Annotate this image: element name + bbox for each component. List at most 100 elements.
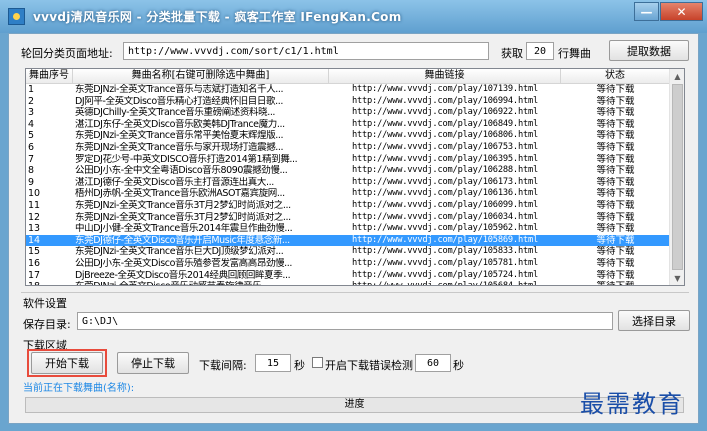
row-index: 14 bbox=[28, 234, 41, 246]
row-song-name: 湛江DJ德仔-全英文Disco音乐主打音源连出真大... bbox=[75, 176, 274, 188]
row-index: 16 bbox=[28, 257, 41, 269]
table-row[interactable]: 2 DJ阿平-全英文Disco音乐精心打造经典怀旧目日歌... http://www… bbox=[26, 96, 670, 108]
vertical-scrollbar[interactable]: ▲ ▼ bbox=[669, 69, 684, 285]
scroll-down-icon[interactable]: ▼ bbox=[670, 271, 684, 285]
song-list-table[interactable]: 舞曲序号 舞曲名称[右键可删除选中舞曲] 舞曲链接 状态 1 东莞DJNzi-全英… bbox=[25, 68, 685, 286]
row-index: 18 bbox=[26, 281, 73, 285]
row-song-name: 东莞DJNzi-全英文Trance音乐巨大DJ顶级梦幻派对... bbox=[75, 246, 284, 258]
row-link: http://www.vvvdj.com/play/105781.html bbox=[351, 257, 539, 268]
title-bar[interactable]: vvvdj清风音乐网 - 分类批量下载 - 疯客工作室 IFengKan.Com… bbox=[0, 0, 707, 33]
url-input[interactable]: http://www.vvvdj.com/sort/c1/1.html bbox=[123, 42, 489, 60]
error-check-checkbox[interactable] bbox=[312, 357, 323, 368]
error-check-input[interactable]: 60 bbox=[415, 354, 451, 372]
fetch-count-input[interactable]: 20 bbox=[526, 42, 554, 60]
row-link: http://www.vvvdj.com/play/106753.html bbox=[351, 141, 539, 152]
row-status: 等待下载 bbox=[596, 118, 635, 130]
window-title: vvvdj清风音乐网 - 分类批量下载 - 疯客工作室 IFengKan.Com bbox=[33, 10, 402, 24]
divider bbox=[21, 292, 689, 293]
row-index: 11 bbox=[28, 199, 41, 211]
row-link: http://www.vvvdj.com/play/106288.html bbox=[351, 165, 539, 176]
row-song-name: 梧州DJ赤帆-全英文Trance音乐欧洲ASOT嘉宾旋网... bbox=[75, 188, 285, 200]
row-song-name: DJ阿平-全英文Disco音乐精心打造经典怀旧目日歌... bbox=[75, 95, 283, 107]
choose-directory-button[interactable]: 选择目录 bbox=[618, 310, 690, 331]
app-logo-icon bbox=[8, 8, 25, 25]
table-row[interactable]: 16 公田DJ小东-全英文Disco音乐殖参菅发富高高昂劲慢... http://w… bbox=[26, 258, 670, 270]
row-status: 等待下载 bbox=[596, 234, 635, 246]
row-song-name: 东莞DJNzi-全英文Trance音乐与志斌打造知名千人... bbox=[75, 84, 284, 95]
row-song-name: 英德DJChilly-全英文Trance音乐重磅阐述资料晓... bbox=[75, 107, 276, 119]
save-dir-input[interactable]: G:\DJ\ bbox=[77, 312, 613, 330]
table-row[interactable]: 12 东莞DJNzi-全英文Trance音乐3T月2梦幻时尚派对之... http:… bbox=[26, 212, 670, 224]
row-link: http://www.vvvdj.com/play/106034.html bbox=[351, 211, 539, 222]
table-row[interactable]: 9 湛江DJ德仔-全英文Disco音乐主打音源连出真大... http://www.… bbox=[26, 177, 670, 189]
interval-unit-label: 秒 bbox=[294, 359, 305, 372]
table-row[interactable]: 10 梧州DJ赤帆-全英文Trance音乐欧洲ASOT嘉宾旋网... http://… bbox=[26, 188, 670, 200]
fetch-unit-label: 行舞曲 bbox=[558, 47, 591, 60]
row-status: 等待下载 bbox=[596, 257, 635, 269]
row-status: 等待下载 bbox=[596, 188, 635, 200]
scroll-up-icon[interactable]: ▲ bbox=[670, 69, 684, 83]
row-status: 等待下载 bbox=[596, 130, 635, 142]
table-row[interactable]: 13 中山DJ小健-全英文Trance音乐2014年震旦作曲劲慢... http:/… bbox=[26, 223, 670, 235]
row-index: 2 bbox=[28, 95, 35, 107]
row-song-name: 东莞DJNzi-全英文Disco音乐动感节奏旋律音乐... bbox=[73, 281, 329, 285]
table-row[interactable]: 4 湛江DJ东仔-全英文Disco音乐欧美韩DJTrance魔力... http:/… bbox=[26, 119, 670, 131]
row-index: 3 bbox=[28, 107, 35, 119]
stop-download-button[interactable]: 停止下载 bbox=[117, 352, 189, 374]
column-header-name[interactable]: 舞曲名称[右键可删除选中舞曲] bbox=[73, 69, 329, 84]
current-download-status: 当前正在下载舞曲(名称): bbox=[23, 383, 135, 394]
fetch-label: 获取 bbox=[501, 47, 523, 60]
row-song-name: 湛江DJ东仔-全英文Disco音乐欧美韩DJTrance魔力... bbox=[75, 118, 285, 130]
row-link: http://www.vvvdj.com/play/105833.html bbox=[351, 246, 539, 257]
row-link: http://www.vvvdj.com/play/106806.html bbox=[351, 130, 539, 141]
row-status: 等待下载 bbox=[596, 141, 635, 153]
table-row[interactable]: 5 东莞DJNzi-全英文Trance音乐常平美怡夏末辉煌版... http://w… bbox=[26, 130, 670, 142]
table-row[interactable]: 1 东莞DJNzi-全英文Trance音乐与志斌打造知名千人... http://w… bbox=[26, 84, 670, 96]
row-link: http://www.vvvdj.com/play/106849.html bbox=[351, 118, 539, 129]
row-index: 17 bbox=[28, 269, 41, 281]
row-status: 等待下载 bbox=[596, 223, 635, 235]
url-label: 轮回分类页面地址: bbox=[21, 47, 113, 60]
interval-label: 下载间隔: bbox=[199, 359, 247, 372]
row-index: 7 bbox=[28, 153, 35, 165]
row-link: http://www.vvvdj.com/play/105684.html bbox=[329, 281, 561, 285]
minimize-button[interactable]: — bbox=[634, 2, 659, 21]
row-link: http://www.vvvdj.com/play/105724.html bbox=[351, 269, 539, 280]
table-row[interactable]: 8 公田DJ小东-全中文全粤语Disco音乐8090震撼劲慢... http://w… bbox=[26, 165, 670, 177]
row-song-name: 公田DJ小东-全中文全粤语Disco音乐8090震撼劲慢... bbox=[75, 165, 288, 177]
progress-label: 进度 bbox=[344, 399, 365, 410]
row-index: 6 bbox=[28, 141, 35, 153]
table-row[interactable]: 11 东莞DJNzi-全英文Trance音乐3T月2梦幻时尚派对之... http:… bbox=[26, 200, 670, 212]
app-window: vvvdj清风音乐网 - 分类批量下载 - 疯客工作室 IFengKan.Com… bbox=[0, 0, 707, 431]
column-header-link[interactable]: 舞曲链接 bbox=[329, 69, 561, 84]
row-song-name: 东莞DJNzi-全英文Trance音乐3T月2梦幻时尚派对之... bbox=[75, 211, 291, 223]
row-link: http://www.vvvdj.com/play/106099.html bbox=[351, 199, 539, 210]
extract-data-button[interactable]: 提取数据 bbox=[609, 40, 689, 61]
interval-input[interactable]: 15 bbox=[255, 354, 291, 372]
row-index: 5 bbox=[28, 130, 35, 142]
row-index: 9 bbox=[28, 176, 35, 188]
row-index: 13 bbox=[28, 223, 41, 235]
table-row[interactable]: 3 英德DJChilly-全英文Trance音乐重磅阐述资料晓... http://… bbox=[26, 107, 670, 119]
close-button[interactable]: ✕ bbox=[660, 2, 703, 21]
row-link: http://www.vvvdj.com/play/105962.html bbox=[351, 223, 539, 234]
column-header-status[interactable]: 状态 bbox=[561, 69, 670, 84]
row-song-name: DjBreeze-全英文Disco音乐2014经典回顾回眸夏季... bbox=[75, 269, 291, 281]
table-row[interactable]: 14 东莞DJ德仔-全英文Disco音乐开启Music年度悬念新... http:/… bbox=[26, 234, 670, 247]
row-index: 15 bbox=[28, 246, 41, 258]
save-dir-label: 保存目录: bbox=[23, 318, 71, 331]
table-row[interactable]: 6 东莞DJNzi-全英文Trance音乐与家开现场打造震撼... http://w… bbox=[26, 142, 670, 154]
scroll-thumb[interactable] bbox=[672, 84, 683, 270]
column-header-index[interactable]: 舞曲序号 bbox=[26, 69, 73, 84]
row-song-name: 中山DJ小健-全英文Trance音乐2014年震旦作曲劲慢... bbox=[75, 223, 293, 235]
table-body: 1 东莞DJNzi-全英文Trance音乐与志斌打造知名千人... http://w… bbox=[26, 84, 670, 285]
row-status: 等待下载 bbox=[596, 84, 635, 95]
table-row[interactable]: 15 东莞DJNzi-全英文Trance音乐巨大DJ顶级梦幻派对... http:/… bbox=[26, 246, 670, 258]
table-row[interactable]: 7 罗定DJ花少号-中英文DISCO音乐打造2014第1精到舞... http://… bbox=[26, 154, 670, 166]
row-status: 等待下载 bbox=[596, 199, 635, 211]
start-download-button[interactable]: 开始下载 bbox=[31, 352, 103, 374]
table-row[interactable]: 18东莞DJNzi-全英文Disco音乐动感节奏旋律音乐...http://ww… bbox=[26, 281, 670, 285]
row-song-name: 罗定DJ花少号-中英文DISCO音乐打造2014第1精到舞... bbox=[75, 153, 298, 165]
table-row[interactable]: 17 DjBreeze-全英文Disco音乐2014经典回顾回眸夏季... http… bbox=[26, 270, 670, 282]
row-song-name: 东莞DJ德仔-全英文Disco音乐开启Music年度悬念新... bbox=[75, 234, 290, 246]
